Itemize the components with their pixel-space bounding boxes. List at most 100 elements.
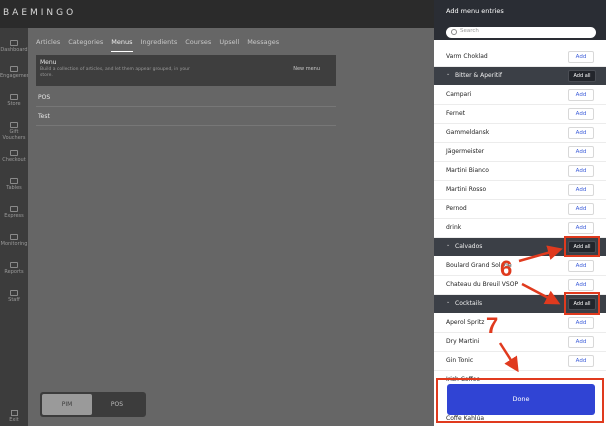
item-label: Martini Rosso: [446, 186, 487, 193]
sidebar-item-gift-vouchers[interactable]: Gift Vouchers: [0, 122, 28, 141]
sidebar-item-express[interactable]: Express: [0, 206, 28, 219]
add-button[interactable]: Add: [568, 203, 594, 215]
highlight-box-cocktails: [564, 292, 600, 315]
add-button[interactable]: Add: [568, 279, 594, 291]
divider: [36, 106, 336, 107]
tab-messages[interactable]: Messages: [247, 38, 279, 52]
drawer-title: Add menu entries: [446, 7, 504, 15]
panel-description: Build a collection of articles, and let …: [40, 67, 190, 78]
add-button[interactable]: Add: [568, 89, 594, 101]
sidebar-icon: [10, 40, 18, 46]
item-label: Dry Martini: [446, 338, 480, 345]
main-content: Articles Categories Menus Ingredients Course…: [28, 28, 434, 426]
tab-courses[interactable]: Courses: [185, 38, 211, 52]
sidebar-item-staff[interactable]: Staff: [0, 290, 28, 303]
step-number-7: 7: [486, 313, 499, 338]
add-button[interactable]: Add: [568, 127, 594, 139]
add-all-button[interactable]: Add all: [568, 70, 596, 82]
add-button[interactable]: Add: [568, 184, 594, 196]
item-label: Varm Choklad: [446, 53, 488, 60]
sidebar-icon: [10, 122, 18, 128]
item-label: drink: [446, 224, 462, 231]
sidebar-item-tables[interactable]: Tables: [0, 178, 28, 191]
add-button[interactable]: Add: [568, 108, 594, 120]
sidebar: Dashboard Engagement Store Gift Vouchers Che…: [0, 28, 32, 426]
search-input[interactable]: Search: [446, 27, 596, 38]
add-button[interactable]: Add: [568, 146, 594, 158]
tab-ingredients[interactable]: Ingredients: [141, 38, 178, 52]
list-item: Dry Martini Add: [434, 333, 606, 352]
top-bar: BAEMINGO: [0, 0, 434, 28]
sidebar-item-monitoring[interactable]: Monitoring: [0, 234, 28, 247]
divider: [36, 125, 336, 126]
search-placeholder: Search: [460, 28, 479, 34]
exit-icon: [10, 410, 18, 416]
item-label: Martini Bianco: [446, 167, 489, 174]
list-item: Pernod Add: [434, 200, 606, 219]
item-label: Aperol Spritz: [446, 319, 485, 326]
category-label: Calvados: [455, 243, 483, 250]
add-button[interactable]: Add: [568, 222, 594, 234]
highlight-box-calvados: [564, 236, 600, 257]
exit-button[interactable]: Exit: [3, 410, 25, 423]
drawer-header: Add menu entries Search: [434, 0, 606, 40]
list-item: Varm Choklad Add: [434, 48, 606, 67]
new-menu-button[interactable]: New menu: [293, 66, 320, 72]
sidebar-icon: [10, 206, 18, 212]
list-item: Jägermeister Add: [434, 143, 606, 162]
add-button[interactable]: Add: [568, 165, 594, 177]
list-item: Gin Tonic Add: [434, 352, 606, 371]
chevron-down-icon: ⌄: [446, 242, 451, 248]
category-label: Cocktails: [455, 300, 483, 307]
tab-articles[interactable]: Articles: [36, 38, 60, 52]
item-label: Gin Tonic: [446, 357, 474, 364]
toggle-pim[interactable]: PIM: [42, 394, 92, 415]
list-item: Gammeldansk Add: [434, 124, 606, 143]
toggle-pos[interactable]: POS: [92, 394, 142, 415]
item-label: Jägermeister: [446, 148, 485, 155]
mode-toggle: PIM POS: [40, 392, 146, 417]
add-button[interactable]: Add: [568, 336, 594, 348]
add-button[interactable]: Add: [568, 51, 594, 63]
step-number-6: 6: [500, 256, 513, 281]
sidebar-icon: [10, 94, 18, 100]
tab-bar: Articles Categories Menus Ingredients Course…: [36, 38, 287, 52]
category-label: Bitter & Aperitif: [455, 72, 503, 79]
item-label: Pernod: [446, 205, 467, 212]
sidebar-icon: [10, 234, 18, 240]
list-item: Boulard Grand Solage Add: [434, 257, 606, 276]
tab-upsell[interactable]: Upsell: [219, 38, 239, 52]
add-button[interactable]: Add: [568, 355, 594, 367]
sidebar-item-reports[interactable]: Reports: [0, 262, 28, 275]
tab-menus[interactable]: Menus: [111, 38, 133, 52]
panel-title: Menu: [40, 59, 57, 66]
sidebar-item-store[interactable]: Store: [0, 94, 28, 107]
tab-categories[interactable]: Categories: [68, 38, 103, 52]
add-button[interactable]: Add: [568, 260, 594, 272]
menu-panel: Menu Build a collection of articles, and…: [36, 55, 336, 86]
item-label: Fernet: [446, 110, 466, 117]
sidebar-item-engagement[interactable]: Engagement: [0, 66, 32, 79]
sidebar-icon: [10, 178, 18, 184]
highlight-box-done: [436, 378, 604, 423]
add-menu-entries-drawer: Add menu entries Search Varm Choklad Add ⌄…: [434, 0, 606, 426]
sidebar-item-checkout[interactable]: Checkout: [0, 150, 28, 163]
brand-logo: BAEMINGO: [3, 8, 77, 18]
list-item: Martini Rosso Add: [434, 181, 606, 200]
menu-item-test[interactable]: Test: [38, 113, 50, 120]
chevron-down-icon: ⌄: [446, 299, 451, 305]
category-row: ⌄ Bitter & Aperitif Add all: [434, 67, 606, 85]
sidebar-item-dashboard[interactable]: Dashboard: [0, 40, 28, 53]
sidebar-icon: [10, 66, 18, 72]
sidebar-icon: [10, 290, 18, 296]
add-button[interactable]: Add: [568, 317, 594, 329]
list-item: Martini Bianco Add: [434, 162, 606, 181]
item-label: Gammeldansk: [446, 129, 490, 136]
chevron-down-icon: ⌄: [446, 71, 451, 77]
list-item: Fernet Add: [434, 105, 606, 124]
menu-item-pos[interactable]: POS: [38, 94, 50, 101]
sidebar-icon: [10, 262, 18, 268]
item-label: Chateau du Breuil VSOP: [446, 281, 519, 288]
item-label: Campari: [446, 91, 472, 98]
list-item: Aperol Spritz Add: [434, 314, 606, 333]
